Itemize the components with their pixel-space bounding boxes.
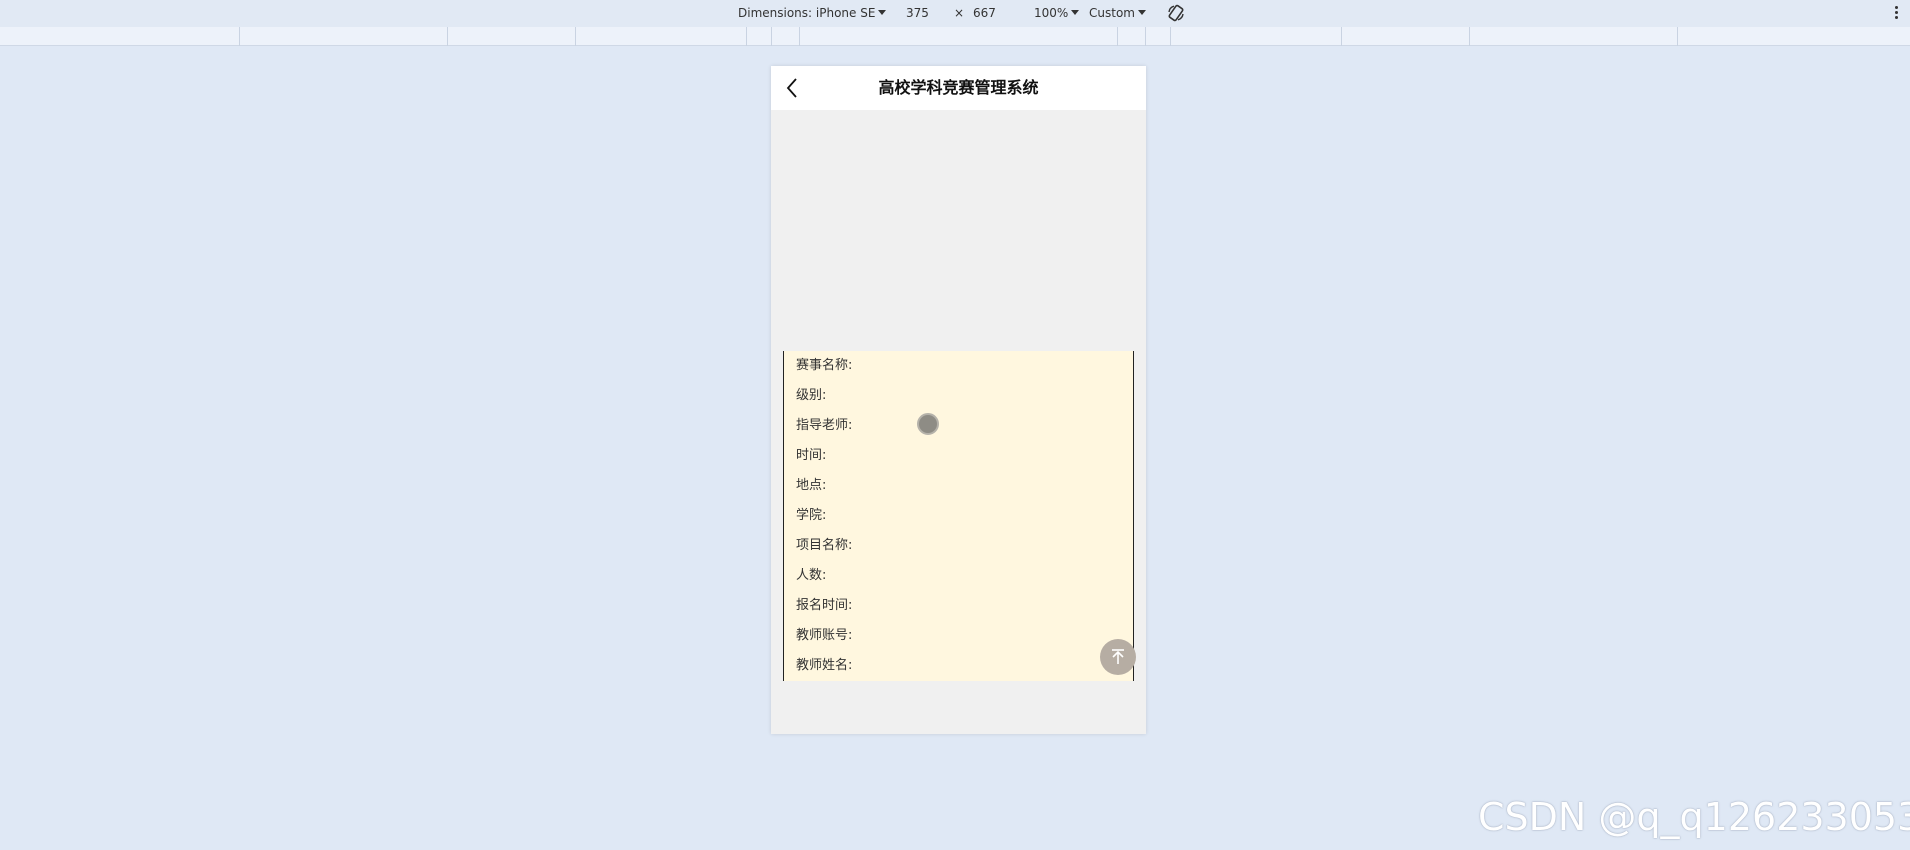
throttle-select[interactable]: Custom bbox=[1089, 6, 1146, 20]
competition-detail-panel: 赛事名称: 级别: 指导老师: 时间: 地点: 学院: 项目名称: 人数: 报名… bbox=[783, 351, 1134, 681]
field-college: 学院: bbox=[796, 508, 827, 523]
touch-cursor bbox=[917, 413, 939, 435]
height-input[interactable]: 667 bbox=[973, 6, 996, 20]
zoom-select[interactable]: 100% bbox=[1034, 6, 1080, 20]
field-competition-name: 赛事名称: bbox=[796, 358, 853, 373]
page-title: 高校学科竞赛管理系统 bbox=[878, 78, 1039, 97]
arrow-up-to-top-icon bbox=[1112, 649, 1124, 664]
field-time: 时间: bbox=[796, 448, 827, 463]
throttle-label: Custom bbox=[1089, 6, 1135, 20]
field-registration-time: 报名时间: bbox=[796, 598, 853, 613]
field-advisor: 指导老师: bbox=[796, 418, 853, 433]
times-symbol: × bbox=[954, 6, 965, 20]
field-level: 级别: bbox=[796, 388, 827, 403]
field-headcount: 人数: bbox=[796, 568, 827, 583]
devtools-device-toolbar: Dimensions: iPhone SE 375 × 667 100% Cus… bbox=[0, 0, 1910, 27]
rotate-icon[interactable] bbox=[1166, 3, 1186, 23]
chevron-down-icon bbox=[1137, 10, 1146, 15]
chevron-down-icon bbox=[1071, 10, 1080, 15]
media-query-ruler bbox=[0, 27, 1910, 46]
zoom-label: 100% bbox=[1034, 6, 1069, 20]
phone-viewport: 高校学科竞赛管理系统 赛事名称: 级别: 指导老师: 时间: 地点: 学院: 项… bbox=[771, 66, 1146, 734]
field-teacher-account: 教师账号: bbox=[796, 628, 853, 643]
field-location: 地点: bbox=[796, 478, 827, 493]
chevron-down-icon bbox=[878, 10, 887, 15]
device-select[interactable]: Dimensions: iPhone SE bbox=[738, 6, 887, 20]
csdn-watermark: CSDN @q_q1262330535 bbox=[1478, 795, 1910, 839]
width-input[interactable]: 375 bbox=[906, 6, 929, 20]
back-to-top-button[interactable] bbox=[1100, 639, 1136, 675]
field-project-name: 项目名称: bbox=[796, 538, 853, 553]
field-teacher-name: 教师姓名: bbox=[796, 658, 853, 673]
more-vertical-icon[interactable] bbox=[1893, 4, 1899, 22]
device-select-label: Dimensions: iPhone SE bbox=[738, 6, 876, 20]
app-navbar: 高校学科竞赛管理系统 bbox=[771, 66, 1146, 110]
